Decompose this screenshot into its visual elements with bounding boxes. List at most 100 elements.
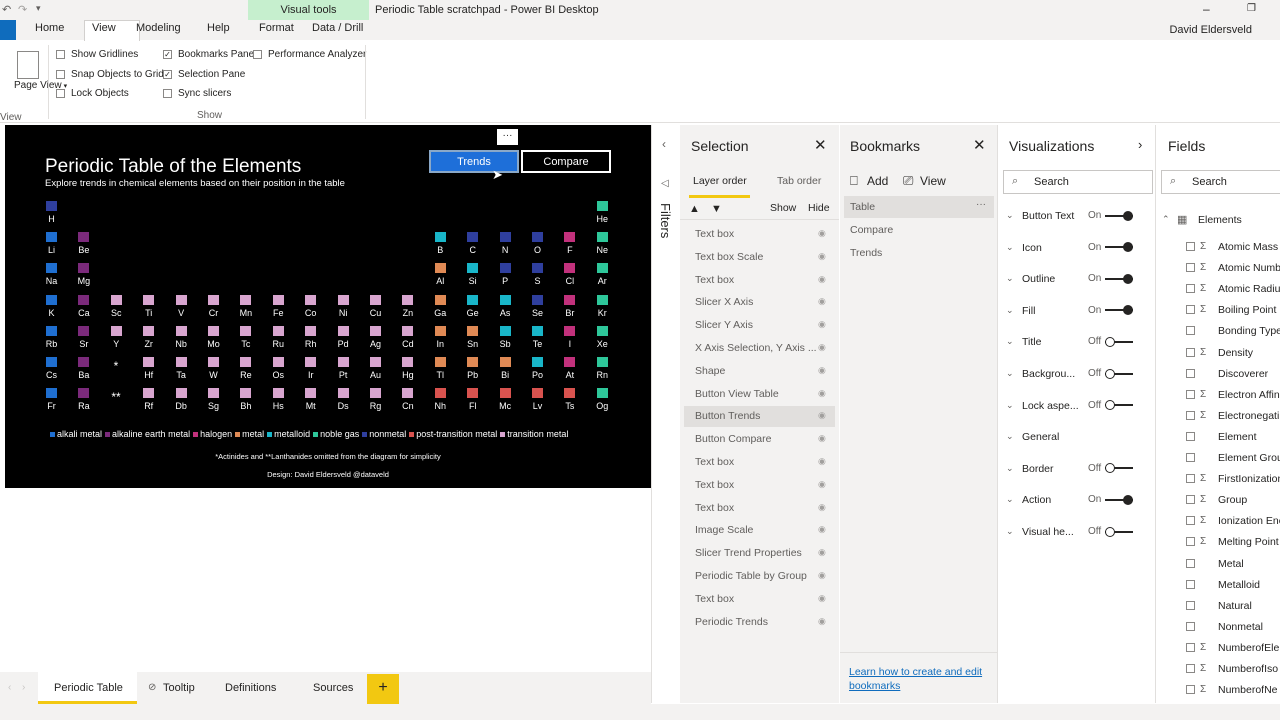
layer-item[interactable]: Periodic Trends bbox=[695, 616, 768, 628]
field-checkbox[interactable] bbox=[1186, 621, 1195, 631]
tab-data-drill[interactable]: Data / Drill bbox=[312, 22, 363, 34]
toggle-knob[interactable] bbox=[1105, 526, 1116, 537]
field-item[interactable]: Boiling Point bbox=[1218, 304, 1276, 316]
layer-item[interactable]: Slicer Trend Properties bbox=[695, 547, 802, 559]
bookmarks-pane-checkbox[interactable]: ✓ Bookmarks Pane bbox=[163, 49, 254, 60]
toggle-knob[interactable] bbox=[1105, 463, 1116, 474]
section-chevron-icon[interactable]: ⌄ bbox=[1006, 463, 1014, 474]
element-tile[interactable] bbox=[175, 357, 187, 367]
tab-periodic-table-label[interactable]: Periodic Table bbox=[54, 682, 123, 694]
element-tile[interactable] bbox=[467, 388, 479, 399]
element-tile[interactable] bbox=[434, 325, 446, 336]
quick-access-dropdown-icon[interactable]: ▾ bbox=[36, 3, 41, 14]
format-section-label[interactable]: Border bbox=[1022, 463, 1054, 475]
field-checkbox[interactable] bbox=[1186, 642, 1195, 652]
section-chevron-icon[interactable]: ⌄ bbox=[1006, 494, 1014, 505]
field-item[interactable]: Element bbox=[1218, 431, 1257, 443]
element-tile[interactable] bbox=[78, 263, 90, 274]
redo-icon[interactable]: ↷ bbox=[18, 3, 27, 16]
field-checkbox[interactable] bbox=[1186, 685, 1195, 695]
element-tile[interactable] bbox=[337, 294, 349, 305]
toggle-knob[interactable] bbox=[1123, 305, 1134, 316]
checkbox-box[interactable] bbox=[56, 50, 65, 59]
field-item[interactable]: NumberofNe bbox=[1218, 684, 1278, 696]
format-section-label[interactable]: General bbox=[1022, 431, 1059, 443]
section-chevron-icon[interactable]: ⌄ bbox=[1006, 210, 1014, 221]
visibility-eye-icon[interactable]: ◉ bbox=[818, 296, 826, 307]
element-tile[interactable] bbox=[305, 388, 317, 399]
tab-home[interactable]: Home bbox=[35, 22, 64, 34]
tab-modeling[interactable]: Modeling bbox=[136, 22, 181, 34]
element-tile[interactable] bbox=[305, 357, 317, 367]
element-tile[interactable] bbox=[467, 232, 479, 243]
trends-button[interactable]: Trends bbox=[429, 150, 519, 173]
element-tile[interactable] bbox=[78, 325, 90, 336]
element-tile[interactable] bbox=[532, 263, 543, 274]
visibility-eye-icon[interactable]: ◉ bbox=[818, 274, 826, 285]
field-checkbox[interactable] bbox=[1186, 516, 1195, 526]
bookmark-item[interactable]: Compare bbox=[850, 224, 893, 236]
toggle-knob[interactable] bbox=[1123, 210, 1134, 221]
field-item[interactable]: Melting Point bbox=[1218, 536, 1279, 548]
layer-item[interactable]: Button Compare bbox=[695, 433, 771, 445]
field-item[interactable]: NumberofEle bbox=[1218, 642, 1279, 654]
layer-item[interactable]: Shape bbox=[695, 365, 725, 377]
visibility-eye-icon[interactable]: ◉ bbox=[818, 547, 826, 558]
element-tile[interactable] bbox=[175, 294, 187, 305]
field-item[interactable]: Ionization Ene bbox=[1218, 515, 1280, 527]
layer-item[interactable]: Text box bbox=[695, 456, 734, 468]
user-name[interactable]: David Eldersveld bbox=[1169, 24, 1252, 36]
format-toggle[interactable]: Off bbox=[1088, 400, 1134, 411]
toggle-track[interactable] bbox=[1105, 336, 1134, 347]
element-tile[interactable] bbox=[564, 325, 576, 336]
element-tile[interactable] bbox=[596, 294, 608, 305]
element-tile[interactable] bbox=[467, 357, 479, 367]
field-checkbox[interactable] bbox=[1186, 474, 1195, 484]
bookmark-add-button[interactable]: Add bbox=[867, 174, 888, 188]
element-tile[interactable] bbox=[532, 232, 543, 243]
snap-grid-checkbox[interactable]: Snap Objects to Grid bbox=[56, 69, 164, 80]
viz-search-input[interactable]: Search bbox=[1003, 170, 1153, 194]
expand-chevron-icon[interactable]: ‹ bbox=[662, 137, 666, 151]
element-tile[interactable] bbox=[208, 357, 219, 367]
element-tile[interactable] bbox=[175, 325, 187, 336]
element-tile[interactable] bbox=[402, 388, 414, 399]
field-checkbox[interactable] bbox=[1186, 347, 1195, 357]
field-item[interactable]: Nonmetal bbox=[1218, 621, 1263, 633]
format-toggle[interactable]: On bbox=[1088, 242, 1134, 253]
element-tile[interactable] bbox=[370, 388, 381, 399]
field-item[interactable]: Metal bbox=[1218, 558, 1244, 570]
bookmark-more-icon[interactable]: ··· bbox=[976, 199, 986, 210]
element-tile[interactable] bbox=[337, 388, 349, 399]
element-tile[interactable] bbox=[46, 325, 57, 336]
section-chevron-icon[interactable]: ⌄ bbox=[1006, 305, 1014, 316]
close-bookmarks-icon[interactable]: ✕ bbox=[973, 136, 986, 154]
add-page-button[interactable]: + bbox=[367, 674, 399, 704]
layer-item[interactable]: Text box bbox=[695, 479, 734, 491]
toggle-knob[interactable] bbox=[1105, 400, 1116, 411]
scroll-left-icon[interactable]: ‹ bbox=[8, 682, 11, 693]
format-toggle[interactable]: Off bbox=[1088, 463, 1134, 474]
visibility-eye-icon[interactable]: ◉ bbox=[818, 502, 826, 513]
section-chevron-icon[interactable]: ⌄ bbox=[1006, 526, 1014, 537]
element-tile[interactable] bbox=[143, 357, 155, 367]
element-tile[interactable] bbox=[208, 294, 219, 305]
visibility-eye-icon[interactable]: ◉ bbox=[818, 342, 826, 353]
performance-analyzer-checkbox[interactable]: Performance Analyzer bbox=[253, 49, 366, 60]
element-tile[interactable] bbox=[337, 357, 349, 367]
element-tile[interactable] bbox=[499, 294, 511, 305]
element-tile[interactable] bbox=[596, 357, 608, 367]
toggle-track[interactable] bbox=[1105, 494, 1134, 505]
section-chevron-icon[interactable]: ⌄ bbox=[1006, 368, 1014, 379]
element-tile[interactable] bbox=[564, 357, 576, 367]
layer-item[interactable]: Slicer X Axis bbox=[695, 296, 753, 308]
section-chevron-icon[interactable]: ⌄ bbox=[1006, 400, 1014, 411]
filters-pane-collapsed[interactable]: ‹ ◁ Filters bbox=[651, 125, 680, 703]
element-tile[interactable] bbox=[272, 388, 284, 399]
element-tile[interactable] bbox=[434, 388, 446, 399]
visibility-eye-icon[interactable]: ◉ bbox=[818, 593, 826, 604]
field-checkbox[interactable] bbox=[1186, 453, 1195, 462]
toggle-track[interactable] bbox=[1105, 305, 1134, 316]
format-section-label[interactable]: Button Text bbox=[1022, 210, 1074, 222]
element-tile[interactable] bbox=[272, 325, 284, 336]
